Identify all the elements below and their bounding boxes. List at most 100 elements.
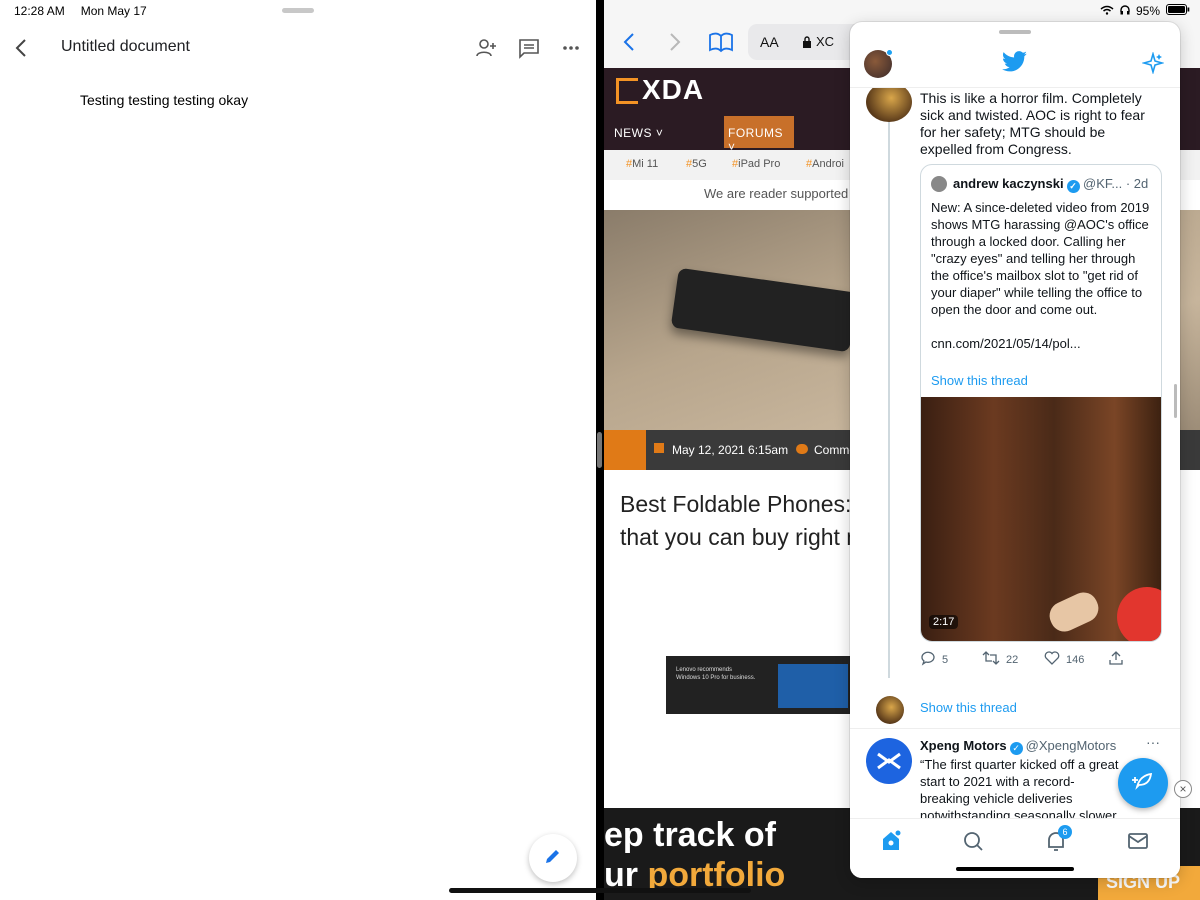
- battery-icon: [1166, 4, 1190, 18]
- video-player[interactable]: 2:17: [921, 397, 1161, 641]
- xpeng-avatar[interactable]: [866, 738, 912, 784]
- tab-bar: 6: [850, 818, 1180, 878]
- tweet-text: This is like a horror film. Completely s…: [920, 90, 1145, 157]
- battery-percent: 95%: [1135, 4, 1160, 18]
- video-hand-shape: [1045, 587, 1103, 637]
- ad-text: Lenovo recommends Windows 10 Pro for bus…: [676, 667, 756, 681]
- retweet-button[interactable]: 22: [982, 650, 1018, 669]
- reply-icon: [920, 650, 936, 669]
- status-bar-left: 12:28 AM Mon May 17: [14, 4, 147, 18]
- share-button[interactable]: [1108, 650, 1124, 669]
- twitter-bird-icon[interactable]: [1002, 51, 1028, 73]
- tag-item[interactable]: #5G: [686, 158, 707, 170]
- back-icon[interactable]: [10, 36, 34, 60]
- compose-tweet-button[interactable]: [1118, 758, 1168, 808]
- slideover-grabber[interactable]: [999, 30, 1031, 34]
- twitter-header: [850, 38, 1180, 88]
- tweet-text: “The first quarter kicked off a great st…: [920, 757, 1119, 818]
- show-thread-link[interactable]: Show this thread: [920, 700, 1017, 715]
- tag-item[interactable]: #Mi 11: [626, 158, 658, 170]
- phone-photo-shape: [670, 267, 858, 353]
- video-duration: 2:17: [929, 615, 959, 629]
- timeline[interactable]: This is like a horror film. Completely s…: [850, 88, 1180, 818]
- more-icon[interactable]: ···: [1146, 734, 1160, 750]
- support-notice: We are reader supported: [704, 186, 849, 201]
- reply-button[interactable]: 5: [920, 650, 948, 669]
- status-bar-right: 95%: [1100, 4, 1190, 18]
- notifications-badge: 6: [1058, 825, 1072, 839]
- add-person-icon[interactable]: [474, 36, 498, 60]
- nav-news-label: NEWS: [614, 126, 652, 140]
- article-date: May 12, 2021 6:15am: [672, 443, 789, 457]
- article-headline[interactable]: Best Foldable Phones: that you can buy r…: [620, 488, 859, 554]
- messages-icon[interactable]: [1126, 829, 1150, 853]
- multitask-grabber[interactable]: [282, 8, 314, 13]
- back-icon[interactable]: [618, 30, 644, 56]
- xda-logo[interactable]: XDA: [642, 74, 704, 106]
- tweet-actions: 5 22 146: [920, 650, 1160, 670]
- show-thread-link[interactable]: Show this thread: [931, 373, 1028, 388]
- notifications-icon[interactable]: 6: [1044, 825, 1072, 853]
- like-count: 146: [1066, 653, 1085, 666]
- more-icon[interactable]: [559, 36, 583, 60]
- edit-button[interactable]: [529, 834, 577, 882]
- lock-icon: [802, 35, 812, 53]
- nav-forums[interactable]: FORUMS ˅: [724, 116, 794, 154]
- edit-icon: [543, 846, 563, 871]
- tag-item[interactable]: #iPad Pro: [732, 158, 780, 170]
- quoted-tweet[interactable]: andrew kaczynski ✓ @KF... · 2d New: A sin…: [920, 164, 1162, 642]
- comments-icon: [796, 444, 808, 454]
- nav-news[interactable]: NEWS ˅: [614, 126, 663, 140]
- status-date: Mon May 17: [80, 4, 147, 18]
- docs-toolbar: Untitled document: [0, 30, 596, 66]
- forward-icon[interactable]: [662, 30, 688, 56]
- nav-forums-label: FORUMS: [728, 126, 783, 140]
- quoted-author-name: andrew kaczynski ✓: [953, 176, 1080, 193]
- thread-line: [888, 118, 890, 678]
- profile-status-dot: [886, 49, 893, 56]
- calendar-icon: [654, 443, 664, 453]
- verified-icon: ✓: [1009, 742, 1023, 755]
- sparkle-icon[interactable]: [1141, 51, 1165, 75]
- tweet-author: Xpeng Motors ✓ @XpengMotors: [920, 738, 1117, 755]
- quoted-author-avatar: [931, 176, 947, 192]
- status-time: 12:28 AM: [14, 4, 65, 18]
- search-icon[interactable]: [961, 829, 985, 853]
- heart-icon: [1044, 650, 1060, 669]
- compose-icon: [1131, 769, 1155, 798]
- retweet-count: 22: [1006, 653, 1019, 666]
- reply-count: 5: [942, 653, 949, 666]
- article-category-icon: [604, 430, 646, 470]
- scrollbar[interactable]: [1174, 384, 1177, 418]
- docs-pane: 12:28 AM Mon May 17 Untitled document Te…: [0, 0, 596, 900]
- bookmarks-icon[interactable]: [708, 30, 734, 56]
- retweet-icon: [982, 650, 1000, 669]
- share-icon: [1108, 650, 1124, 669]
- banner-line1: ep track of: [604, 816, 776, 854]
- url-domain: XC: [816, 34, 835, 49]
- home-icon[interactable]: [879, 829, 903, 853]
- comment-icon[interactable]: [517, 36, 541, 60]
- document-body[interactable]: Testing testing testing okay: [80, 92, 248, 108]
- headphones-icon: [1120, 4, 1130, 18]
- thread-avatar[interactable]: [876, 696, 904, 724]
- reader-options-button[interactable]: AA: [760, 34, 779, 50]
- quoted-author-handle: @KF... · 2d: [1083, 176, 1149, 191]
- ad-laptop-image: [778, 664, 848, 708]
- twitter-slideover: This is like a horror film. Completely s…: [850, 22, 1180, 878]
- advertisement[interactable]: Lenovo recommends Windows 10 Pro for bus…: [666, 656, 856, 714]
- like-button[interactable]: 146: [1044, 650, 1084, 669]
- video-ball-shape: [1117, 587, 1161, 641]
- split-divider-handle[interactable]: [597, 432, 602, 468]
- home-indicator[interactable]: [956, 867, 1074, 871]
- xda-logo-mark: [616, 78, 638, 104]
- home-indicator[interactable]: [449, 888, 751, 893]
- tag-item[interactable]: #Androi: [806, 158, 844, 170]
- close-icon[interactable]: ×: [1174, 780, 1192, 798]
- document-title[interactable]: Untitled document: [61, 38, 190, 56]
- verified-icon: ✓: [1066, 180, 1080, 193]
- author-avatar[interactable]: [866, 88, 912, 122]
- tweet-separator: [850, 728, 1180, 729]
- wifi-icon: [1100, 4, 1114, 18]
- quoted-tweet-text: New: A since-deleted video from 2019 sho…: [931, 200, 1150, 351]
